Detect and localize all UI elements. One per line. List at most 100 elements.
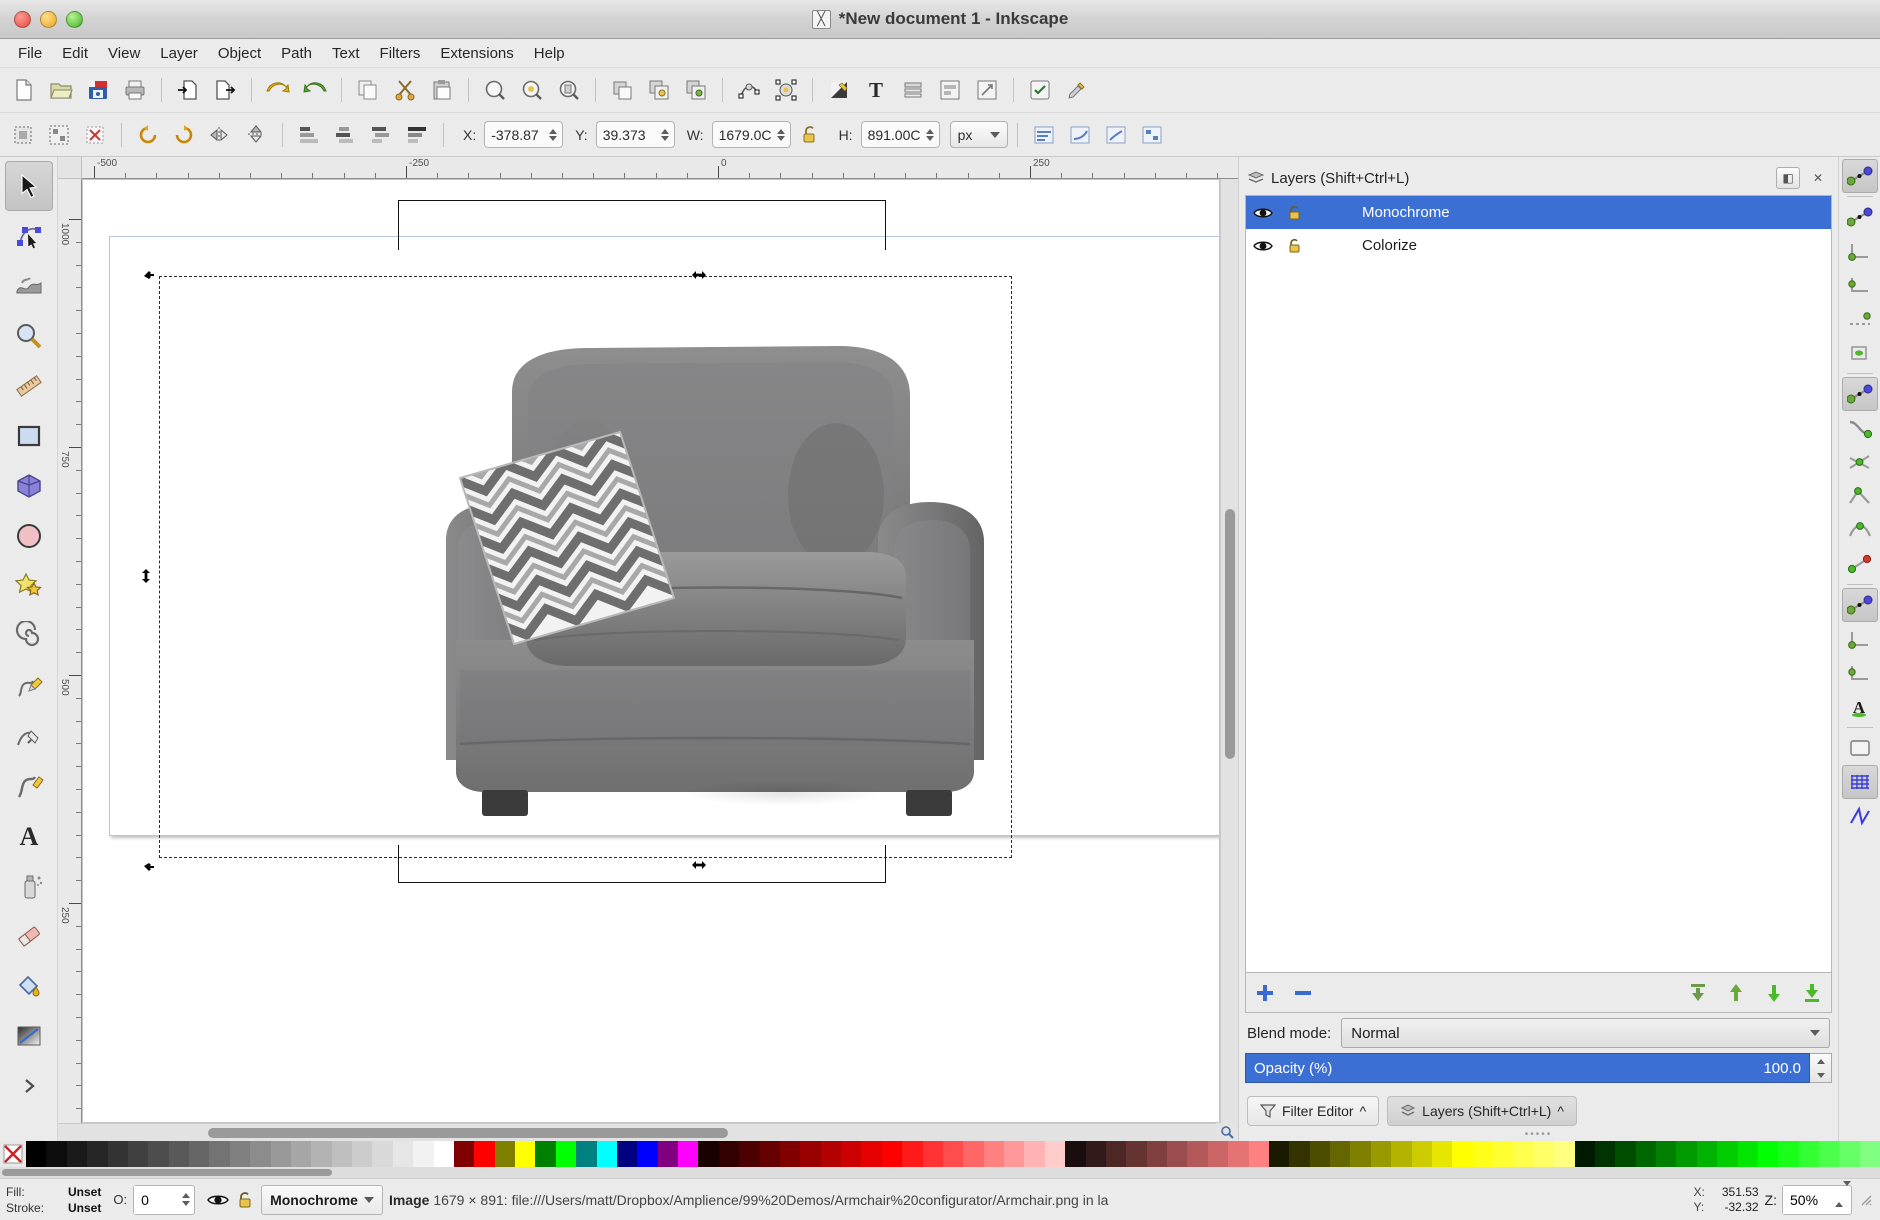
palette-scrollbar[interactable]	[0, 1167, 1880, 1178]
select-all-layers-icon[interactable]	[42, 118, 76, 152]
layer-lock-icon[interactable]	[1284, 235, 1306, 257]
deselect-icon[interactable]	[78, 118, 112, 152]
palette-swatch[interactable]	[372, 1141, 393, 1167]
palette-swatch[interactable]	[453, 1141, 475, 1167]
snap-bbox-edges-toggle[interactable]	[1842, 234, 1878, 268]
object-to-path-icon[interactable]	[731, 72, 767, 108]
zoom-drawing-icon[interactable]	[514, 72, 550, 108]
dock-collapse-button[interactable]: ◧	[1776, 167, 1800, 189]
rotate-ccw-icon[interactable]	[131, 118, 165, 152]
palette-swatch[interactable]	[1656, 1141, 1677, 1167]
snap-paths-toggle[interactable]	[1842, 411, 1878, 445]
palette-swatch[interactable]	[1085, 1141, 1106, 1167]
palette-swatch[interactable]	[1411, 1141, 1432, 1167]
vertical-scroll-thumb[interactable]	[1225, 509, 1235, 759]
align-dialog-icon[interactable]	[932, 72, 968, 108]
palette-swatch[interactable]	[1513, 1141, 1534, 1167]
palette-swatch[interactable]	[1391, 1141, 1412, 1167]
palette-swatch[interactable]	[392, 1141, 414, 1167]
open-document-icon[interactable]	[43, 72, 79, 108]
palette-swatch[interactable]	[229, 1141, 251, 1167]
save-document-icon[interactable]	[80, 72, 116, 108]
palette-swatch[interactable]	[1594, 1141, 1616, 1167]
palette-swatch[interactable]	[800, 1141, 821, 1167]
palette-swatch[interactable]	[942, 1141, 964, 1167]
palette-swatch[interactable]	[331, 1141, 352, 1167]
snap-text-baselines-toggle[interactable]: A	[1842, 690, 1878, 724]
palette-swatch[interactable]	[1859, 1141, 1880, 1167]
maximize-window-button[interactable]	[66, 10, 83, 28]
zoom-field[interactable]	[1782, 1180, 1852, 1215]
text-tool-dialog-icon[interactable]: T	[858, 72, 894, 108]
new-document-icon[interactable]	[6, 72, 42, 108]
xml-editor-icon[interactable]	[895, 72, 931, 108]
more-tools-chevron-right-icon[interactable]	[5, 1061, 53, 1111]
palette-swatch[interactable]	[616, 1141, 638, 1167]
palette-swatch[interactable]	[127, 1141, 149, 1167]
palette-swatch[interactable]	[1309, 1141, 1330, 1167]
layer-list[interactable]: Monochrome Colorize	[1245, 195, 1832, 973]
affect-patterns-icon[interactable]	[1135, 118, 1169, 152]
palette-swatch[interactable]	[1228, 1141, 1249, 1167]
palette-swatch[interactable]	[739, 1141, 760, 1167]
palette-swatch[interactable]	[250, 1141, 271, 1167]
snap-page-border-toggle[interactable]	[1842, 731, 1878, 765]
y-field[interactable]	[595, 121, 675, 148]
palette-swatch[interactable]	[148, 1141, 169, 1167]
resize-grip[interactable]	[1858, 1192, 1874, 1208]
palette-swatch[interactable]	[1187, 1141, 1208, 1167]
palette-swatch[interactable]	[1065, 1141, 1086, 1167]
palette-swatch[interactable]	[311, 1141, 332, 1167]
affect-gradients-icon[interactable]	[1099, 118, 1133, 152]
add-layer-button[interactable]	[1252, 980, 1278, 1006]
raise-to-top-icon[interactable]	[400, 118, 434, 152]
lower-layer-to-bottom-button[interactable]	[1799, 980, 1825, 1006]
lower-layer-button[interactable]	[1761, 980, 1787, 1006]
raise-layer-to-top-button[interactable]	[1685, 980, 1711, 1006]
palette-swatch[interactable]	[474, 1141, 495, 1167]
tweak-tool[interactable]	[5, 261, 53, 311]
gradient-tool[interactable]	[5, 1011, 53, 1061]
snap-bounding-boxes-toggle[interactable]	[1842, 200, 1878, 234]
layer-visible-icon[interactable]	[207, 1191, 229, 1209]
palette-swatch[interactable]	[779, 1141, 801, 1167]
current-layer-selector[interactable]: Monochrome	[261, 1184, 383, 1215]
palette-swatch[interactable]	[1024, 1141, 1045, 1167]
palette-swatch[interactable]	[46, 1141, 67, 1167]
palette-swatch[interactable]	[1778, 1141, 1799, 1167]
palette-swatch[interactable]	[1452, 1141, 1473, 1167]
fill-stroke-indicator[interactable]: Fill: Unset Stroke: Unset	[6, 1184, 101, 1216]
palette-swatch[interactable]	[902, 1141, 923, 1167]
snap-bbox-centers-toggle[interactable]	[1842, 336, 1878, 370]
selector-tool[interactable]	[4, 161, 53, 211]
snap-others-toggle[interactable]	[1841, 588, 1878, 622]
palette-swatch[interactable]	[26, 1141, 47, 1167]
zoom-tool[interactable]	[5, 311, 53, 361]
palette-swatch[interactable]	[1696, 1141, 1718, 1167]
palette-swatch[interactable]	[1248, 1141, 1269, 1167]
palette-scroll-thumb[interactable]	[2, 1169, 332, 1176]
x-stepper[interactable]	[547, 122, 562, 147]
palette-swatch[interactable]	[1431, 1141, 1453, 1167]
w-stepper[interactable]	[775, 122, 790, 147]
bezier-pen-tool[interactable]	[5, 711, 53, 761]
palette-swatch[interactable]	[861, 1141, 882, 1167]
flip-horizontal-icon[interactable]	[203, 118, 237, 152]
close-window-button[interactable]	[14, 10, 31, 28]
remove-layer-button[interactable]	[1290, 980, 1316, 1006]
duplicate-icon[interactable]	[604, 72, 640, 108]
palette-swatch[interactable]	[922, 1141, 943, 1167]
fill-stroke-dialog-icon[interactable]	[821, 72, 857, 108]
snap-path-intersections-toggle[interactable]	[1842, 445, 1878, 479]
lower-to-bottom-icon[interactable]	[292, 118, 326, 152]
copy-icon[interactable]	[350, 72, 386, 108]
layer-row[interactable]: Monochrome	[1246, 196, 1831, 229]
palette-swatch[interactable]	[1330, 1141, 1351, 1167]
x-input[interactable]	[485, 122, 548, 147]
palette-swatch[interactable]	[637, 1141, 658, 1167]
palette-swatch[interactable]	[494, 1141, 515, 1167]
menu-filters[interactable]: Filters	[370, 42, 431, 65]
transform-dialog-icon[interactable]	[969, 72, 1005, 108]
eraser-tool[interactable]	[5, 911, 53, 961]
canvas-zoom-corner[interactable]	[1216, 1123, 1238, 1141]
